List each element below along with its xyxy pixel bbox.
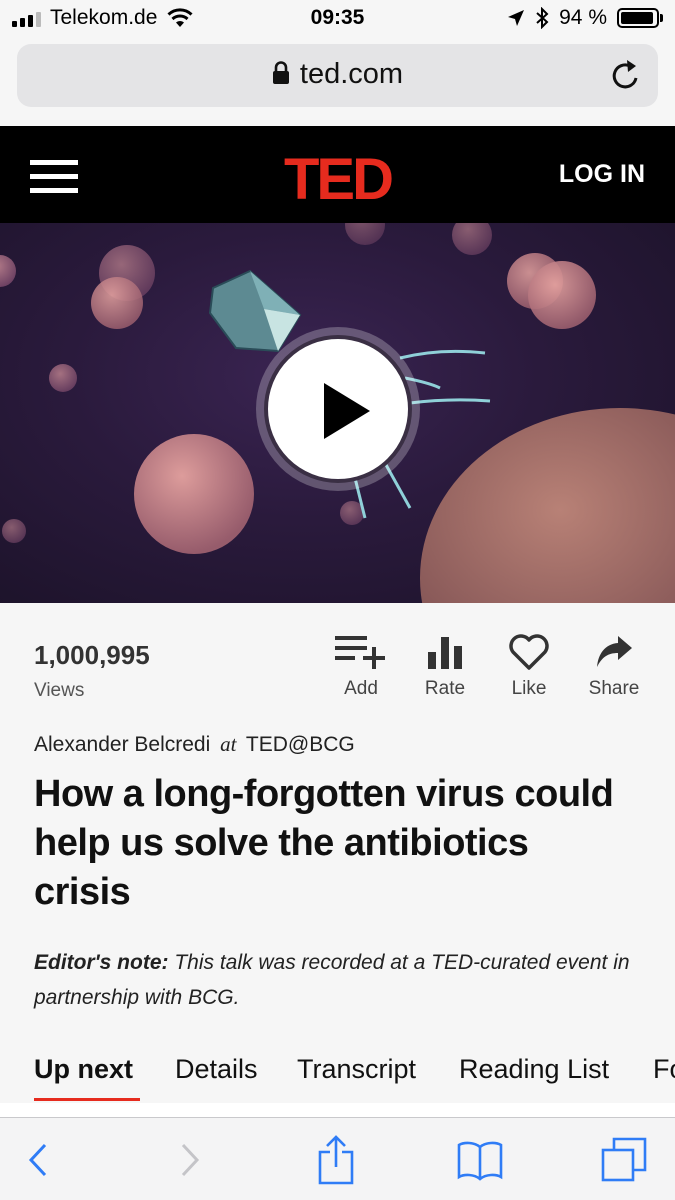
tab-up-next[interactable]: Up next bbox=[34, 1054, 133, 1085]
back-icon bbox=[28, 1143, 47, 1177]
site-header: TED LOG IN bbox=[0, 126, 675, 223]
play-button[interactable] bbox=[256, 327, 420, 491]
talk-title: How a long-forgotten virus could help us… bbox=[34, 773, 614, 913]
forward-button[interactable] bbox=[160, 1132, 220, 1188]
at-label: at bbox=[220, 732, 237, 756]
share-page-button[interactable] bbox=[306, 1132, 366, 1188]
views-count: 1,000,995 bbox=[34, 640, 150, 670]
rate-label: Rate bbox=[424, 678, 466, 699]
active-tab-indicator bbox=[34, 1098, 140, 1101]
heart-icon bbox=[509, 634, 549, 670]
browser-toolbar bbox=[0, 1117, 675, 1200]
editors-note-label: Editor's note: bbox=[34, 951, 169, 974]
rate-button[interactable]: Rate bbox=[405, 630, 485, 700]
share-arrow-icon bbox=[597, 636, 632, 667]
address-bar[interactable]: ted.com bbox=[17, 44, 658, 107]
bluetooth-icon bbox=[536, 7, 549, 29]
battery-icon bbox=[617, 8, 663, 28]
reload-icon[interactable] bbox=[610, 58, 642, 92]
tab-bar: Up next Details Transcript Reading List … bbox=[0, 1050, 675, 1105]
share-label: Share bbox=[588, 678, 640, 699]
video-player[interactable] bbox=[0, 223, 675, 603]
url-text: ted.com bbox=[299, 58, 404, 90]
login-link[interactable]: LOG IN bbox=[559, 160, 645, 189]
play-icon bbox=[324, 383, 370, 439]
bookmarks-button[interactable] bbox=[450, 1132, 510, 1188]
views-label: Views bbox=[34, 680, 85, 701]
status-bar: Telekom.de 09:35 94 % bbox=[0, 0, 675, 38]
add-button[interactable]: Add bbox=[321, 630, 401, 700]
like-label: Like bbox=[511, 678, 547, 699]
forward-icon bbox=[181, 1143, 200, 1177]
url-display[interactable]: ted.com bbox=[17, 58, 658, 91]
battery-percent: 94 % bbox=[559, 6, 607, 29]
event-name[interactable]: TED@BCG bbox=[246, 733, 355, 756]
lock-icon bbox=[272, 61, 289, 84]
editors-note: Editor's note: This talk was recorded at… bbox=[34, 945, 644, 1015]
tab-transcript[interactable]: Transcript bbox=[297, 1054, 416, 1085]
content-divider bbox=[0, 1103, 675, 1117]
like-button[interactable]: Like bbox=[489, 630, 569, 700]
back-button[interactable] bbox=[8, 1132, 68, 1188]
tab-overflow[interactable]: Fo bbox=[653, 1054, 675, 1085]
tab-details[interactable]: Details bbox=[175, 1054, 258, 1085]
bar-chart-icon bbox=[428, 637, 462, 669]
add-label: Add bbox=[344, 678, 378, 699]
tab-reading-list[interactable]: Reading List bbox=[459, 1054, 609, 1085]
add-to-list-icon bbox=[335, 636, 385, 669]
address-bar-container: ted.com bbox=[0, 38, 675, 124]
tabs-button[interactable] bbox=[594, 1132, 654, 1188]
location-arrow-icon bbox=[508, 10, 525, 26]
tabs-icon bbox=[601, 1137, 647, 1182]
bookmarks-icon bbox=[457, 1141, 503, 1181]
share-icon bbox=[318, 1135, 354, 1185]
share-button[interactable]: Share bbox=[574, 630, 654, 700]
speaker-name[interactable]: Alexander Belcredi bbox=[34, 733, 210, 756]
status-right: 94 % bbox=[507, 6, 663, 30]
speaker-line: Alexander Belcredi at TED@BCG bbox=[34, 732, 355, 757]
